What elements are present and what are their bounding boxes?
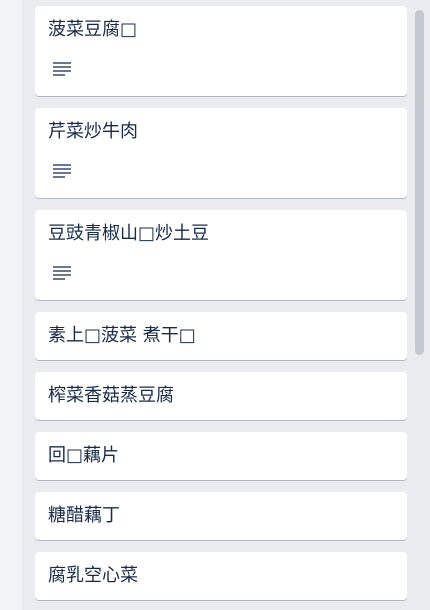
card-title: 糖醋藕丁 <box>48 505 120 526</box>
card-5[interactable]: 回□藕片 <box>35 432 407 480</box>
card-1[interactable]: 芹菜炒牛肉 <box>35 108 407 198</box>
card-6[interactable]: 糖醋藕丁 <box>35 492 407 540</box>
card-title: 回□藕片 <box>48 445 120 466</box>
card-title: 芹菜炒牛肉 <box>48 121 138 142</box>
card-title: 豆豉青椒山□炒土豆 <box>48 223 210 244</box>
card-3[interactable]: 素上□菠菜 煮干□ <box>35 312 407 360</box>
list-scrollbar-thumb[interactable] <box>415 10 424 355</box>
card-title: 腐乳空心菜 <box>48 565 138 586</box>
card-title: 榨菜香菇蒸豆腐 <box>48 385 174 406</box>
card-7[interactable]: 腐乳空心菜 <box>35 552 407 600</box>
card-2[interactable]: 豆豉青椒山□炒土豆 <box>35 210 407 300</box>
card-4[interactable]: 榨菜香菇蒸豆腐 <box>35 372 407 420</box>
description-lines-icon <box>53 164 71 178</box>
card-0[interactable]: 菠菜豆腐□ <box>35 6 407 96</box>
description-lines-icon <box>53 266 71 280</box>
card-title: 菠菜豆腐□ <box>48 19 138 40</box>
description-lines-icon <box>53 62 71 76</box>
card-title: 素上□菠菜 煮干□ <box>48 325 196 346</box>
